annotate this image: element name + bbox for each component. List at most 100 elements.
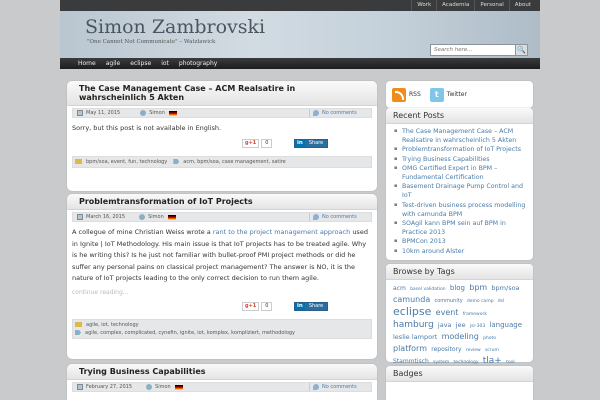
search-input[interactable]	[431, 45, 515, 55]
post-author[interactable]: Simon	[149, 110, 165, 116]
tag-link[interactable]: bpm/soa	[491, 284, 519, 292]
comments-link[interactable]: No comments	[309, 213, 371, 221]
recent-post-link[interactable]: Problemtransformation of IoT Projects	[394, 145, 527, 154]
linkedin-icon: in	[295, 139, 305, 147]
tag-link[interactable]: Stammtisch	[393, 358, 429, 365]
tag-link[interactable]: bpm	[469, 283, 487, 292]
post-body-text: used in Ignite | IoT Methodology. His ma…	[72, 228, 368, 282]
recent-post-link[interactable]: Test-driven business process modelling w…	[394, 201, 527, 219]
tag-link[interactable]: demo camp	[467, 299, 494, 304]
tag-link[interactable]: scrum	[485, 348, 499, 353]
post-body: A collegue of mine Christian Weiss wrote…	[67, 222, 377, 285]
recent-post-link[interactable]: Basement Drainage Pump Control and IoT	[394, 182, 527, 200]
german-flag-icon[interactable]	[174, 384, 183, 390]
google-plus-button[interactable]: g+1 0	[242, 138, 273, 148]
post-author[interactable]: Simon	[155, 384, 171, 390]
continue-reading-link[interactable]: continue reading...	[67, 285, 377, 296]
google-plus-button[interactable]: g+1 0	[242, 301, 273, 311]
topnav-link-work[interactable]: Work	[411, 0, 436, 11]
nav-eclipse[interactable]: eclipse	[125, 58, 156, 69]
comments-link[interactable]: No comments	[309, 383, 371, 391]
tag-link[interactable]: acm	[393, 285, 406, 292]
tag-link[interactable]: framework	[463, 312, 487, 317]
folder-icon	[75, 322, 82, 327]
tag-link[interactable]: modeling	[442, 332, 479, 341]
category-navigation: Home agile eclipse iot photography	[60, 58, 540, 69]
nav-agile[interactable]: agile	[101, 58, 126, 69]
post-tags[interactable]: acm, bpm/soa, case management, satire	[183, 158, 285, 166]
tag-link[interactable]: repository	[431, 346, 461, 353]
tag-link[interactable]: eclipse	[393, 305, 431, 318]
rss-icon[interactable]	[392, 87, 406, 102]
linkedin-share-button[interactable]: in Share	[294, 301, 329, 311]
tag-link[interactable]: blog	[450, 284, 465, 292]
post-title[interactable]: The Case Management Case – ACM Realsatir…	[67, 81, 377, 106]
tag-link[interactable]: hamburg	[393, 320, 434, 330]
tag-link[interactable]: jsr-303	[470, 324, 485, 329]
recent-post-link[interactable]: SOAgil kann BPM sein auf BPM in Practice…	[394, 219, 527, 237]
tag-link[interactable]: event	[436, 308, 459, 317]
tag-link[interactable]: technology	[454, 360, 479, 365]
german-flag-icon[interactable]	[168, 110, 177, 116]
nav-iot[interactable]: iot	[156, 58, 174, 69]
recent-post-link[interactable]: OMG Certified Expert in BPM – Fundamenta…	[394, 164, 527, 182]
search-button[interactable]: 🔍	[515, 45, 527, 55]
german-flag-icon[interactable]	[167, 214, 176, 220]
post-taxonomy: bpm/soa, event, fun, technology acm, bpm…	[72, 155, 372, 168]
tag-link[interactable]: review	[466, 348, 481, 353]
nav-photography[interactable]: photography	[174, 58, 222, 69]
tag-link[interactable]: community	[434, 298, 462, 304]
recent-post-link[interactable]: Trying Business Capabilities	[394, 155, 527, 164]
post-body-link[interactable]: rant to the project management approach	[213, 228, 350, 236]
recent-post-link[interactable]: 10km around Alster	[394, 247, 527, 256]
share-bar: g+1 0 in Share	[72, 301, 372, 314]
post-date: February 27, 2015	[86, 384, 133, 390]
tag-link[interactable]: leslie lamport	[393, 333, 437, 341]
tag-link[interactable]: platform	[393, 344, 427, 353]
tag-link[interactable]: tool	[506, 360, 515, 365]
site-title[interactable]: Simon Zambrovski	[85, 16, 265, 38]
tag-icon	[173, 159, 180, 164]
nav-home[interactable]: Home	[74, 58, 101, 69]
tag-link[interactable]: basel validation	[410, 287, 446, 292]
post-tags[interactable]: agile, complex, complicated, cynefin, ig…	[85, 329, 295, 337]
user-icon	[139, 214, 146, 220]
gplus-count: 0	[261, 301, 273, 311]
recent-post-link[interactable]: BPMCon 2013	[394, 237, 527, 246]
tag-cloud-title: Browse by Tags	[386, 264, 533, 280]
topnav-link-academia[interactable]: Academia	[436, 0, 474, 11]
recent-posts-title: Recent Posts	[386, 108, 533, 124]
comment-icon	[313, 214, 319, 220]
post-meta: March 16, 2015 Simon No comments	[72, 212, 372, 222]
post-title[interactable]: Trying Business Capabilities	[67, 364, 377, 380]
twitter-icon[interactable]: t	[429, 87, 444, 102]
tag-link[interactable]: camunda	[393, 295, 430, 304]
social-widget: RSS t Twitter	[386, 81, 533, 108]
post-categories[interactable]: agile, iot, technology	[86, 321, 139, 329]
post-categories[interactable]: bpm/soa, event, fun, technology	[86, 158, 167, 166]
tag-link[interactable]: language	[489, 321, 522, 329]
post-meta: February 27, 2015 Simon No comments	[72, 382, 372, 392]
comments-link[interactable]: No comments	[309, 109, 371, 117]
topnav-link-personal[interactable]: Personal	[474, 0, 508, 11]
search-box: 🔍	[430, 44, 528, 56]
linkedin-share-button[interactable]: in Share	[294, 138, 329, 148]
twitter-link[interactable]: Twitter	[447, 91, 467, 98]
calendar-icon	[77, 384, 83, 390]
badges-widget: Badges	[386, 366, 533, 400]
site-header: Simon Zambrovski "One Cannot Not Communi…	[60, 11, 540, 58]
recent-post-link[interactable]: The Case Management Case – ACM Realsatir…	[394, 127, 527, 145]
post-author[interactable]: Simon	[148, 214, 164, 220]
topnav-link-about[interactable]: About	[508, 0, 536, 11]
gplus-label: g+1	[242, 138, 260, 148]
post-body: Sorry, but this post is not available in…	[72, 124, 222, 132]
post-title[interactable]: Problemtransformation of IoT Projects	[67, 194, 377, 210]
tag-link[interactable]: system	[433, 360, 449, 365]
tag-link[interactable]: java	[438, 321, 452, 329]
tag-link[interactable]: photo	[483, 336, 496, 341]
tag-link[interactable]: jee	[456, 321, 466, 329]
user-icon	[146, 384, 153, 390]
tag-link[interactable]: dsl	[498, 299, 504, 304]
tag-link[interactable]: tla+	[483, 356, 502, 366]
rss-link[interactable]: RSS	[409, 91, 421, 98]
